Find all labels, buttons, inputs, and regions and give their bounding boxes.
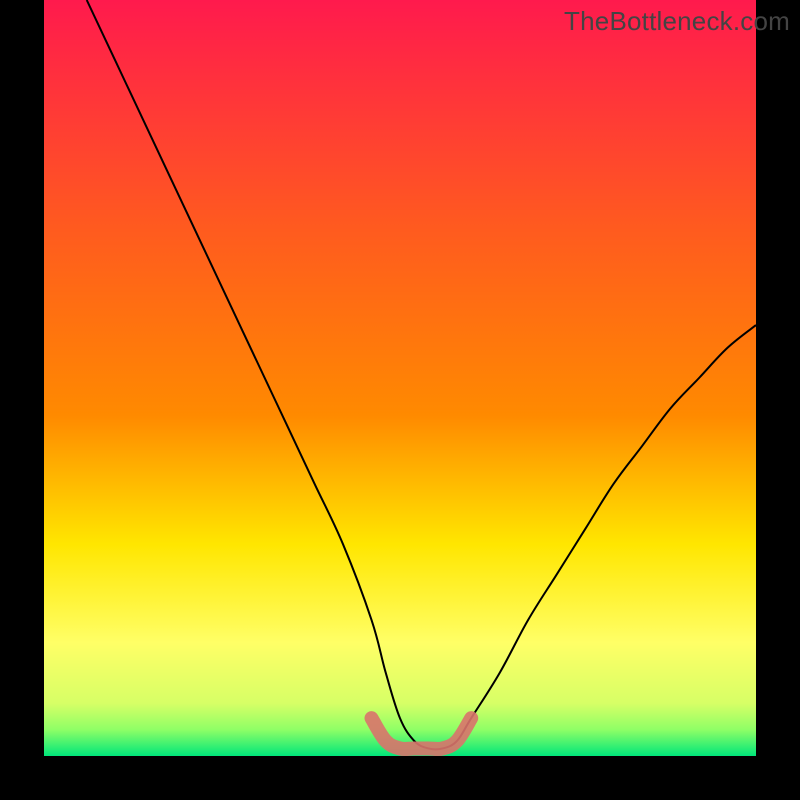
- bottleneck-chart: [0, 0, 800, 800]
- watermark-text: TheBottleneck.com: [564, 6, 790, 37]
- chart-frame: TheBottleneck.com: [0, 0, 800, 800]
